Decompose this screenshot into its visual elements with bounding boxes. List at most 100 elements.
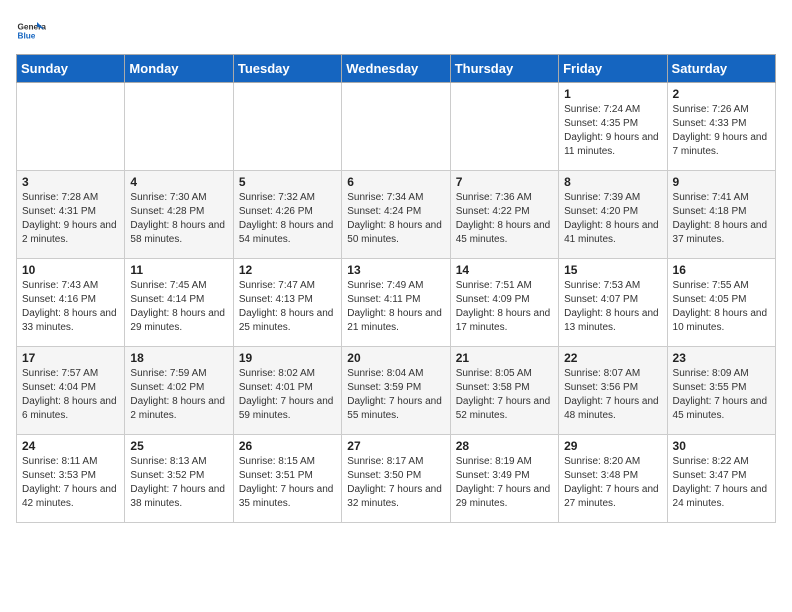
day-cell: 5 Sunrise: 7:32 AM Sunset: 4:26 PM Daylig… bbox=[233, 171, 341, 259]
day-info: Sunrise: 7:30 AM Sunset: 4:28 PM Dayligh… bbox=[130, 191, 227, 247]
day-info: Sunrise: 8:07 AM Sunset: 3:56 PM Dayligh… bbox=[564, 367, 661, 423]
day-cell: 17Sunrise: 7:57 AM Sunset: 4:04 PM Dayli… bbox=[17, 347, 125, 435]
col-header-friday: Friday bbox=[559, 55, 667, 83]
day-number: 5 bbox=[239, 175, 336, 189]
day-cell: 16 Sunrise: 7:55 AM Sunset: 4:05 PM Dayli… bbox=[667, 259, 775, 347]
day-info: Sunrise: 8:02 AM Sunset: 4:01 PM Dayligh… bbox=[239, 367, 336, 423]
day-number: 7 bbox=[456, 175, 553, 189]
day-number: 12 bbox=[239, 263, 336, 277]
day-info: Sunrise: 8:15 AM Sunset: 3:51 PM Dayligh… bbox=[239, 455, 336, 511]
day-cell: 18 Sunrise: 7:59 AM Sunset: 4:02 PM Dayli… bbox=[125, 347, 233, 435]
col-header-wednesday: Wednesday bbox=[342, 55, 450, 83]
week-row-1: 1 Sunrise: 7:24 AM Sunset: 4:35 PM Daylig… bbox=[17, 83, 776, 171]
calendar-table: SundayMondayTuesdayWednesdayThursdayFrid… bbox=[16, 54, 776, 523]
day-number: 6 bbox=[347, 175, 444, 189]
day-info: Sunrise: 8:17 AM Sunset: 3:50 PM Dayligh… bbox=[347, 455, 444, 511]
day-info: Sunrise: 7:51 AM Sunset: 4:09 PM Dayligh… bbox=[456, 279, 553, 335]
day-number: 3 bbox=[22, 175, 119, 189]
day-info: Sunrise: 7:26 AM Sunset: 4:33 PM Dayligh… bbox=[673, 103, 770, 159]
day-number: 11 bbox=[130, 263, 227, 277]
day-info: Sunrise: 7:55 AM Sunset: 4:05 PM Dayligh… bbox=[673, 279, 770, 335]
day-cell: 15Sunrise: 7:53 AM Sunset: 4:07 PM Dayli… bbox=[559, 259, 667, 347]
day-cell bbox=[17, 83, 125, 171]
week-row-2: 3 Sunrise: 7:28 AM Sunset: 4:31 PM Daylig… bbox=[17, 171, 776, 259]
day-number: 1 bbox=[564, 87, 661, 101]
day-cell: 7 Sunrise: 7:36 AM Sunset: 4:22 PM Daylig… bbox=[450, 171, 558, 259]
day-info: Sunrise: 7:41 AM Sunset: 4:18 PM Dayligh… bbox=[673, 191, 770, 247]
day-number: 8 bbox=[564, 175, 661, 189]
day-info: Sunrise: 8:09 AM Sunset: 3:55 PM Dayligh… bbox=[673, 367, 770, 423]
day-cell: 26 Sunrise: 8:15 AM Sunset: 3:51 PM Dayli… bbox=[233, 435, 341, 523]
day-cell: 12 Sunrise: 7:47 AM Sunset: 4:13 PM Dayli… bbox=[233, 259, 341, 347]
day-number: 30 bbox=[673, 439, 770, 453]
day-info: Sunrise: 7:43 AM Sunset: 4:16 PM Dayligh… bbox=[22, 279, 119, 335]
logo: General Blue bbox=[16, 16, 46, 46]
day-number: 26 bbox=[239, 439, 336, 453]
day-cell: 4 Sunrise: 7:30 AM Sunset: 4:28 PM Daylig… bbox=[125, 171, 233, 259]
day-number: 28 bbox=[456, 439, 553, 453]
day-info: Sunrise: 7:24 AM Sunset: 4:35 PM Dayligh… bbox=[564, 103, 661, 159]
day-info: Sunrise: 8:13 AM Sunset: 3:52 PM Dayligh… bbox=[130, 455, 227, 511]
day-info: Sunrise: 8:19 AM Sunset: 3:49 PM Dayligh… bbox=[456, 455, 553, 511]
day-cell bbox=[233, 83, 341, 171]
day-cell: 2Sunrise: 7:26 AM Sunset: 4:33 PM Daylig… bbox=[667, 83, 775, 171]
day-cell bbox=[342, 83, 450, 171]
day-cell: 1 Sunrise: 7:24 AM Sunset: 4:35 PM Daylig… bbox=[559, 83, 667, 171]
day-cell: 3 Sunrise: 7:28 AM Sunset: 4:31 PM Daylig… bbox=[17, 171, 125, 259]
svg-text:Blue: Blue bbox=[18, 32, 36, 41]
header: General Blue bbox=[16, 16, 776, 46]
day-number: 29 bbox=[564, 439, 661, 453]
day-cell: 20 Sunrise: 8:04 AM Sunset: 3:59 PM Dayli… bbox=[342, 347, 450, 435]
day-number: 14 bbox=[456, 263, 553, 277]
day-cell: 24 Sunrise: 8:11 AM Sunset: 3:53 PM Dayli… bbox=[17, 435, 125, 523]
day-number: 13 bbox=[347, 263, 444, 277]
day-cell: 6 Sunrise: 7:34 AM Sunset: 4:24 PM Daylig… bbox=[342, 171, 450, 259]
day-number: 25 bbox=[130, 439, 227, 453]
day-info: Sunrise: 7:36 AM Sunset: 4:22 PM Dayligh… bbox=[456, 191, 553, 247]
day-cell: 14 Sunrise: 7:51 AM Sunset: 4:09 PM Dayli… bbox=[450, 259, 558, 347]
day-cell: 13 Sunrise: 7:49 AM Sunset: 4:11 PM Dayli… bbox=[342, 259, 450, 347]
day-number: 16 bbox=[673, 263, 770, 277]
day-number: 9 bbox=[673, 175, 770, 189]
day-number: 21 bbox=[456, 351, 553, 365]
day-number: 10 bbox=[22, 263, 119, 277]
col-header-saturday: Saturday bbox=[667, 55, 775, 83]
day-info: Sunrise: 8:20 AM Sunset: 3:48 PM Dayligh… bbox=[564, 455, 661, 511]
day-number: 20 bbox=[347, 351, 444, 365]
day-info: Sunrise: 7:59 AM Sunset: 4:02 PM Dayligh… bbox=[130, 367, 227, 423]
day-cell: 9 Sunrise: 7:41 AM Sunset: 4:18 PM Daylig… bbox=[667, 171, 775, 259]
col-header-sunday: Sunday bbox=[17, 55, 125, 83]
day-info: Sunrise: 7:28 AM Sunset: 4:31 PM Dayligh… bbox=[22, 191, 119, 247]
day-number: 15 bbox=[564, 263, 661, 277]
day-cell bbox=[125, 83, 233, 171]
day-cell: 25 Sunrise: 8:13 AM Sunset: 3:52 PM Dayli… bbox=[125, 435, 233, 523]
day-info: Sunrise: 8:05 AM Sunset: 3:58 PM Dayligh… bbox=[456, 367, 553, 423]
day-number: 4 bbox=[130, 175, 227, 189]
day-info: Sunrise: 7:32 AM Sunset: 4:26 PM Dayligh… bbox=[239, 191, 336, 247]
col-header-thursday: Thursday bbox=[450, 55, 558, 83]
day-cell: 23 Sunrise: 8:09 AM Sunset: 3:55 PM Dayli… bbox=[667, 347, 775, 435]
day-info: Sunrise: 7:34 AM Sunset: 4:24 PM Dayligh… bbox=[347, 191, 444, 247]
day-cell: 29 Sunrise: 8:20 AM Sunset: 3:48 PM Dayli… bbox=[559, 435, 667, 523]
week-row-3: 10 Sunrise: 7:43 AM Sunset: 4:16 PM Dayli… bbox=[17, 259, 776, 347]
day-info: Sunrise: 8:11 AM Sunset: 3:53 PM Dayligh… bbox=[22, 455, 119, 511]
col-header-tuesday: Tuesday bbox=[233, 55, 341, 83]
day-info: Sunrise: 7:47 AM Sunset: 4:13 PM Dayligh… bbox=[239, 279, 336, 335]
day-info: Sunrise: 7:49 AM Sunset: 4:11 PM Dayligh… bbox=[347, 279, 444, 335]
day-cell: 28 Sunrise: 8:19 AM Sunset: 3:49 PM Dayli… bbox=[450, 435, 558, 523]
day-cell bbox=[450, 83, 558, 171]
day-cell: 11Sunrise: 7:45 AM Sunset: 4:14 PM Dayli… bbox=[125, 259, 233, 347]
day-number: 24 bbox=[22, 439, 119, 453]
day-cell: 19Sunrise: 8:02 AM Sunset: 4:01 PM Dayli… bbox=[233, 347, 341, 435]
day-number: 23 bbox=[673, 351, 770, 365]
day-cell: 10 Sunrise: 7:43 AM Sunset: 4:16 PM Dayli… bbox=[17, 259, 125, 347]
day-cell: 8Sunrise: 7:39 AM Sunset: 4:20 PM Daylig… bbox=[559, 171, 667, 259]
week-row-5: 24 Sunrise: 8:11 AM Sunset: 3:53 PM Dayli… bbox=[17, 435, 776, 523]
day-info: Sunrise: 8:04 AM Sunset: 3:59 PM Dayligh… bbox=[347, 367, 444, 423]
day-info: Sunrise: 8:22 AM Sunset: 3:47 PM Dayligh… bbox=[673, 455, 770, 511]
day-cell: 27Sunrise: 8:17 AM Sunset: 3:50 PM Dayli… bbox=[342, 435, 450, 523]
day-number: 17 bbox=[22, 351, 119, 365]
week-row-4: 17Sunrise: 7:57 AM Sunset: 4:04 PM Dayli… bbox=[17, 347, 776, 435]
col-header-monday: Monday bbox=[125, 55, 233, 83]
day-number: 18 bbox=[130, 351, 227, 365]
